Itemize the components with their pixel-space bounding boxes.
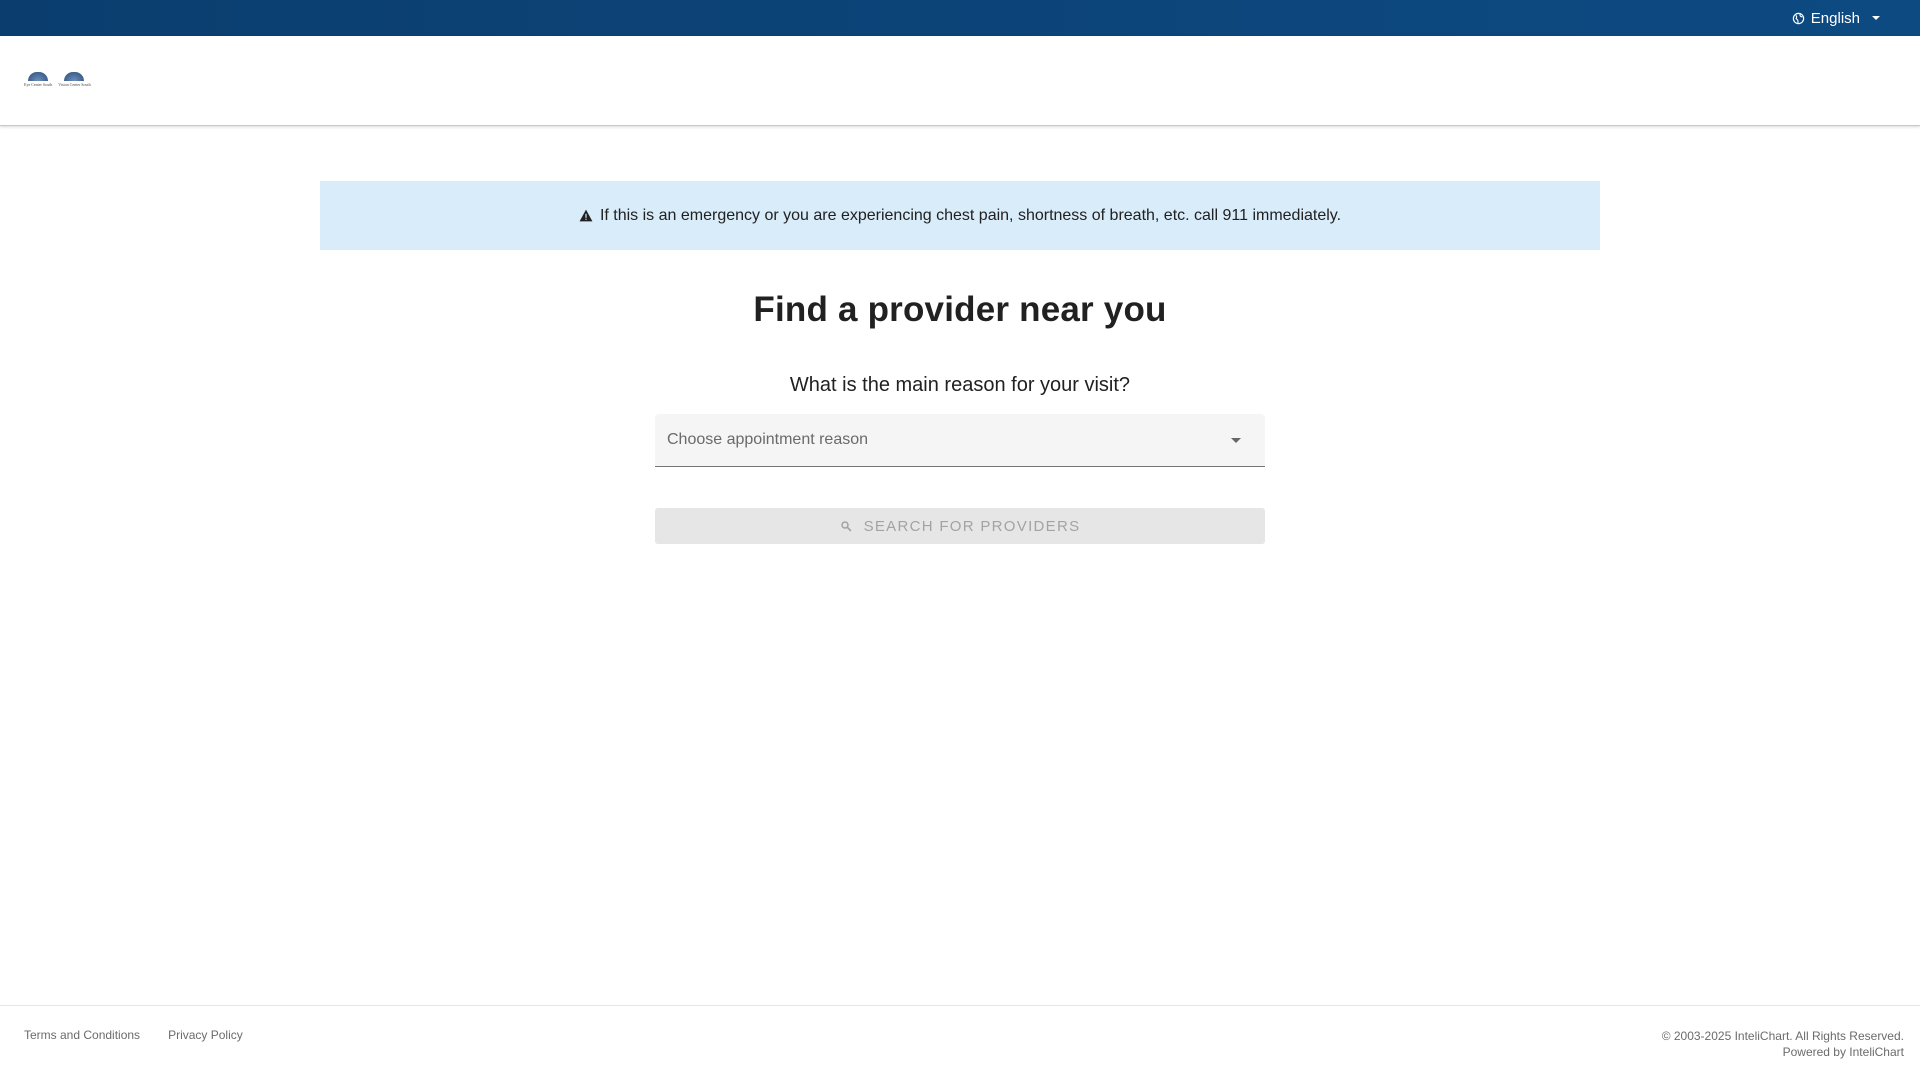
logo-right: Vision Center South [58,72,91,87]
globe-icon [1792,12,1805,25]
appointment-reason-select[interactable]: Choose appointment reason [655,414,1265,467]
dropdown-arrow-icon [1231,437,1241,443]
logo-left: Eye Center South [24,72,52,87]
copyright-text: © 2003-2025 InteliChart. All Rights Rese… [1661,1029,1904,1043]
search-providers-label: SEARCH FOR PROVIDERS [863,517,1081,535]
chevron-down-icon [1872,16,1880,20]
privacy-link[interactable]: Privacy Policy [168,1028,243,1042]
terms-link[interactable]: Terms and Conditions [24,1028,140,1042]
warning-icon [579,209,593,222]
practice-logo[interactable]: Eye Center South Vision Center South [24,72,91,87]
language-selector[interactable]: English [1792,10,1880,27]
appointment-reason-placeholder: Choose appointment reason [667,431,869,448]
logo-dome-icon [28,72,49,81]
search-providers-button[interactable]: SEARCH FOR PROVIDERS [655,508,1265,544]
search-icon [840,520,852,532]
alert-message: If this is an emergency or you are exper… [599,206,1342,224]
emergency-alert: If this is an emergency or you are exper… [320,181,1600,250]
page-title: Find a provider near you [753,290,1167,329]
footer-links: Terms and Conditions Privacy Policy [24,1028,243,1042]
site-header: Eye Center South Vision Center South [0,36,1920,126]
logo-dome-icon [64,72,85,81]
logo-right-text: Vision Center South [58,82,91,87]
top-bar: English [0,0,1920,36]
language-label: English [1810,9,1860,27]
visit-reason-question: What is the main reason for your visit? [789,374,1131,396]
powered-by-link[interactable]: Powered by InteliChart [1662,1044,1904,1060]
footer-legal: © 2003-2025 InteliChart. All Rights Rese… [1662,1028,1904,1060]
footer: Terms and Conditions Privacy Policy © 20… [0,1005,1920,1080]
logo-left-text: Eye Center South [24,82,53,87]
